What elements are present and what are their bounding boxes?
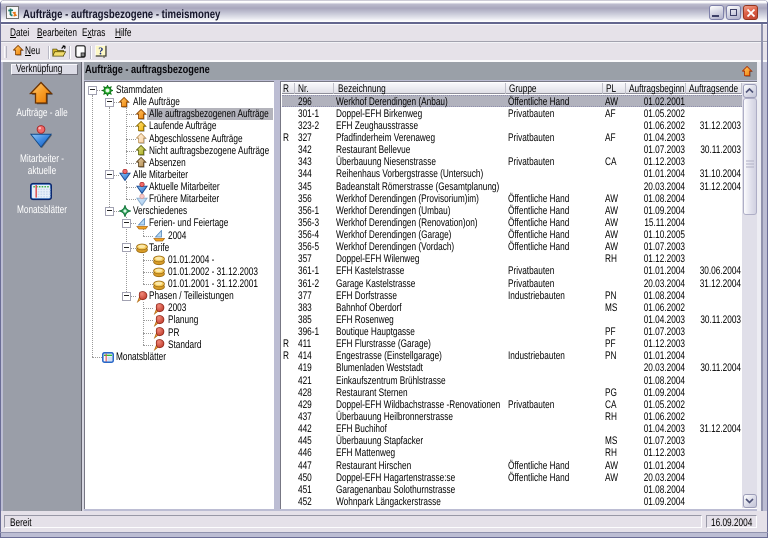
svg-text:?: ? <box>98 46 103 57</box>
